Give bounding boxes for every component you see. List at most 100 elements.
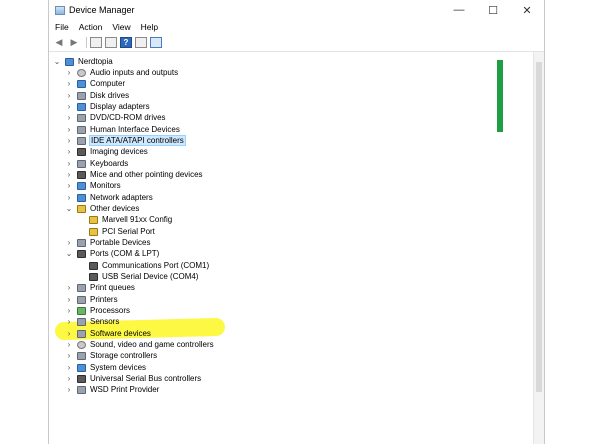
collapsed-chevron-icon[interactable]: › (65, 193, 73, 202)
tree-item-imaging[interactable]: › Imaging devices (65, 146, 148, 157)
collapsed-chevron-icon[interactable]: › (65, 147, 73, 156)
tree-item-com4[interactable]: USB Serial Device (COM4) (89, 271, 198, 282)
tree-item-sound[interactable]: › Sound, video and game controllers (65, 339, 214, 350)
collapsed-chevron-icon[interactable]: › (65, 317, 73, 326)
close-button[interactable]: ✕ (510, 0, 544, 20)
tree-item-usb[interactable]: › Universal Serial Bus controllers (65, 373, 202, 384)
collapsed-chevron-icon[interactable]: › (65, 91, 73, 100)
collapsed-chevron-icon[interactable]: › (65, 283, 73, 292)
usb-icon (77, 374, 86, 383)
device-manager-window: Device Manager — ☐ ✕ File Action View He… (48, 0, 545, 444)
collapsed-chevron-icon[interactable]: › (65, 351, 73, 360)
tree-item-wsd[interactable]: › WSD Print Provider (65, 384, 160, 395)
tree-item-label: WSD Print Provider (90, 385, 160, 394)
speaker-icon (77, 68, 86, 77)
tree-item-network[interactable]: › Network adapters (65, 192, 153, 203)
storage-controller-icon (77, 351, 86, 360)
tree-item-print-queues[interactable]: › Print queues (65, 282, 135, 293)
menu-view[interactable]: View (112, 22, 130, 32)
device-tree: ⌄ Nerdtopia › Audio inputs and outputs ›… (49, 52, 534, 444)
scrollbar-thumb[interactable] (536, 62, 542, 392)
menu-file[interactable]: File (55, 22, 69, 32)
collapsed-chevron-icon[interactable]: › (65, 329, 73, 338)
help-icon[interactable]: ? (120, 37, 132, 48)
collapsed-chevron-icon[interactable]: › (65, 181, 73, 190)
tree-item-keyboards[interactable]: › Keyboards (65, 158, 129, 169)
tree-item-other-devices[interactable]: ⌄ Other devices (65, 203, 140, 214)
collapsed-chevron-icon[interactable]: › (65, 68, 73, 77)
port-icon (77, 249, 86, 258)
sensor-icon (77, 317, 86, 326)
collapsed-chevron-icon[interactable]: › (65, 385, 73, 394)
maximize-button[interactable]: ☐ (476, 0, 510, 20)
processor-icon (77, 306, 86, 315)
expanded-chevron-icon[interactable]: ⌄ (53, 57, 61, 66)
tree-item-display-adapters[interactable]: › Display adapters (65, 101, 150, 112)
speaker-icon (77, 340, 86, 349)
tree-item-sensors[interactable]: › Sensors (65, 316, 120, 327)
collapsed-chevron-icon[interactable]: › (65, 295, 73, 304)
collapsed-chevron-icon[interactable]: › (65, 79, 73, 88)
system-device-icon (77, 363, 86, 372)
display-adapter-icon (77, 102, 86, 111)
printer-icon (77, 385, 86, 394)
monitor-icon (77, 181, 86, 190)
tree-item-label: Keyboards (90, 159, 129, 168)
tree-item-label: Software devices (90, 329, 151, 338)
forward-arrow-icon[interactable]: ▶ (68, 37, 80, 48)
collapsed-chevron-icon[interactable]: › (65, 374, 73, 383)
tree-item-system[interactable]: › System devices (65, 362, 146, 373)
action-pane-icon[interactable] (135, 37, 147, 48)
tree-item-label: Communications Port (COM1) (102, 261, 210, 270)
tree-item-com1[interactable]: Communications Port (COM1) (89, 260, 209, 271)
monitor-icon[interactable] (150, 37, 162, 48)
tree-item-computer[interactable]: › Computer (65, 78, 125, 89)
back-arrow-icon[interactable]: ◀ (53, 37, 65, 48)
tree-item-label: Storage controllers (90, 351, 158, 360)
tree-item-processors[interactable]: › Processors (65, 305, 130, 316)
show-hide-console-tree-icon[interactable] (90, 37, 102, 48)
tree-item-disk-drives[interactable]: › Disk drives (65, 90, 129, 101)
collapsed-chevron-icon[interactable]: › (65, 306, 73, 315)
tree-item-hid[interactable]: › Human Interface Devices (65, 124, 180, 135)
menu-action[interactable]: Action (79, 22, 103, 32)
tree-item-audio[interactable]: › Audio inputs and outputs (65, 67, 178, 78)
tree-item-label: System devices (90, 363, 147, 372)
tree-item-pci-serial[interactable]: PCI Serial Port (89, 226, 155, 237)
menu-help[interactable]: Help (141, 22, 158, 32)
collapsed-chevron-icon[interactable]: › (65, 136, 73, 145)
tree-item-software[interactable]: › Software devices (65, 328, 151, 339)
collapsed-chevron-icon[interactable]: › (65, 159, 73, 168)
tree-item-marvell[interactable]: Marvell 91xx Config (89, 214, 172, 225)
port-icon (89, 272, 98, 281)
tree-item-label: Marvell 91xx Config (102, 215, 173, 224)
expanded-chevron-icon[interactable]: ⌄ (65, 204, 73, 213)
tree-item-storage[interactable]: › Storage controllers (65, 350, 158, 361)
tree-item-portable[interactable]: › Portable Devices (65, 237, 151, 248)
tree-root[interactable]: ⌄ Nerdtopia (53, 56, 113, 67)
tree-item-mice[interactable]: › Mice and other pointing devices (65, 169, 203, 180)
tree-item-monitors[interactable]: › Monitors (65, 180, 121, 191)
collapsed-chevron-icon[interactable]: › (65, 363, 73, 372)
properties-icon[interactable] (105, 37, 117, 48)
collapsed-chevron-icon[interactable]: › (65, 102, 73, 111)
collapsed-chevron-icon[interactable]: › (65, 340, 73, 349)
vertical-scrollbar[interactable] (533, 52, 544, 444)
collapsed-chevron-icon[interactable]: › (65, 113, 73, 122)
collapsed-chevron-icon[interactable]: › (65, 125, 73, 134)
tree-item-label: IDE ATA/ATAPI controllers (89, 135, 186, 146)
tree-item-dvd[interactable]: › DVD/CD-ROM drives (65, 112, 166, 123)
tree-item-ports[interactable]: ⌄ Ports (COM & LPT) (65, 248, 160, 259)
tree-item-label: USB Serial Device (COM4) (102, 272, 199, 281)
tree-item-printers[interactable]: › Printers (65, 294, 118, 305)
tree-item-ide[interactable]: › IDE ATA/ATAPI controllers (65, 135, 186, 146)
collapsed-chevron-icon[interactable]: › (65, 238, 73, 247)
collapsed-chevron-icon[interactable]: › (65, 170, 73, 179)
window-title: Device Manager (69, 5, 135, 15)
background-window-strip (497, 60, 503, 132)
expanded-chevron-icon[interactable]: ⌄ (65, 249, 73, 258)
minimize-button[interactable]: — (442, 0, 476, 20)
tree-item-label: Sensors (90, 317, 120, 326)
toolbar-separator (86, 37, 87, 48)
printer-icon (77, 283, 86, 292)
